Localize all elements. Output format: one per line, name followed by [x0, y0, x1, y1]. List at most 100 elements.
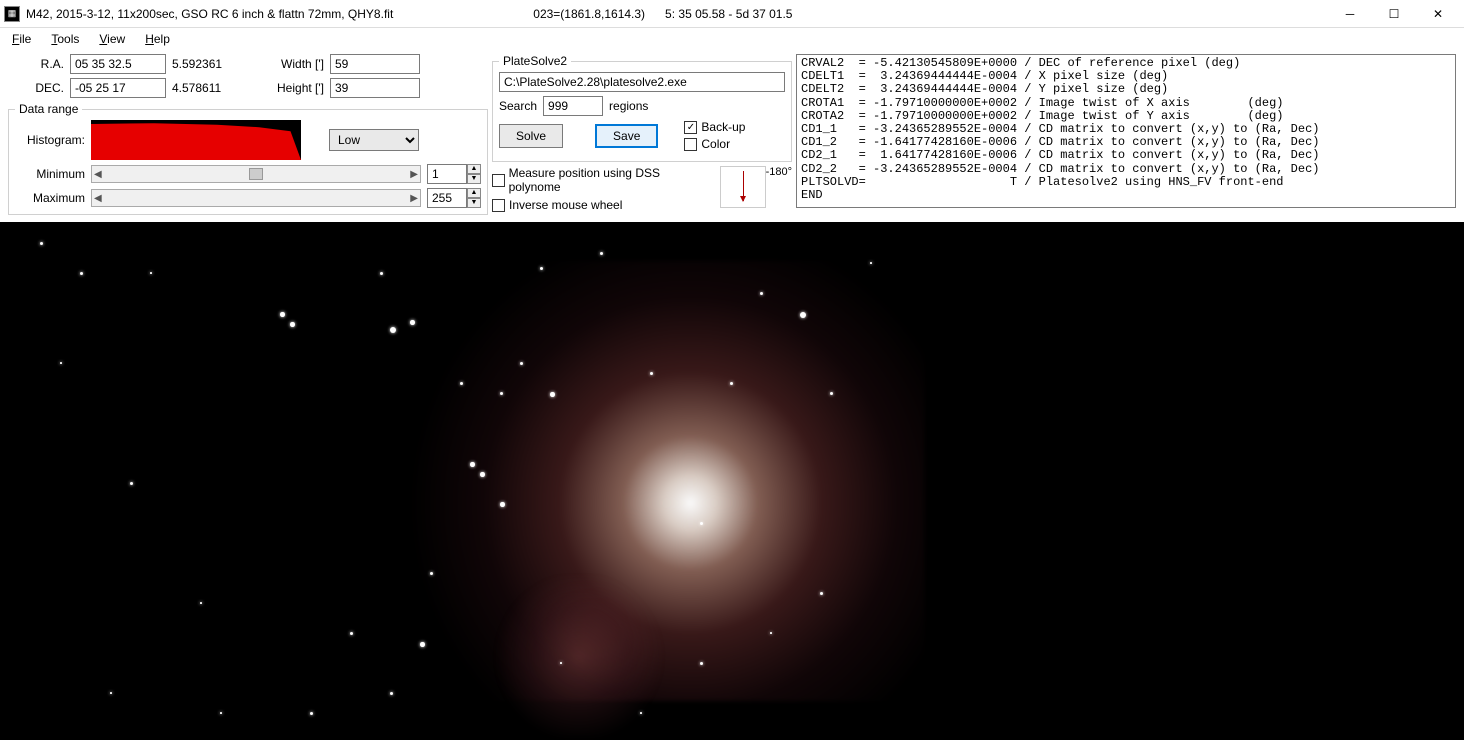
star	[40, 242, 43, 245]
dec-float: 4.578611	[172, 81, 232, 95]
menu-tools[interactable]: Tools	[43, 30, 87, 48]
width-label: Width [']	[270, 57, 324, 71]
save-button[interactable]: Save	[595, 124, 658, 148]
platesolve-legend: PlateSolve2	[499, 54, 571, 68]
orientation-indicator	[720, 166, 766, 208]
solve-button[interactable]: Solve	[499, 124, 563, 148]
star	[310, 712, 313, 715]
fits-header-text[interactable]: CRVAL2 = -5.42130545809E+0000 / DEC of r…	[796, 54, 1456, 208]
star	[130, 482, 133, 485]
star	[80, 272, 83, 275]
platesolve-group: PlateSolve2 Search regions Solve Save ✓B…	[492, 54, 792, 162]
platesolve-path-input[interactable]	[499, 72, 785, 92]
star	[560, 662, 562, 664]
star	[390, 327, 396, 333]
star	[110, 692, 112, 694]
star	[870, 262, 872, 264]
minimum-slider[interactable]: ◀▶	[91, 165, 421, 183]
star	[60, 362, 62, 364]
menu-file[interactable]: File	[4, 30, 39, 48]
maximize-button[interactable]: ☐	[1372, 0, 1416, 28]
orientation-angle: -180°	[766, 166, 792, 178]
height-label: Height [']	[270, 81, 324, 95]
star	[410, 320, 415, 325]
height-input[interactable]	[330, 78, 420, 98]
dec-label: DEC.	[8, 81, 64, 95]
star	[700, 522, 703, 525]
cursor-radec-status: 5: 35 05.58 - 5d 37 01.5	[665, 7, 792, 21]
star	[830, 392, 833, 395]
menu-view[interactable]: View	[91, 30, 133, 48]
max-down-icon[interactable]: ▼	[467, 198, 481, 208]
nebula-render-2	[489, 577, 669, 737]
menu-help[interactable]: Help	[137, 30, 178, 48]
star	[500, 502, 505, 507]
max-up-icon[interactable]: ▲	[467, 188, 481, 198]
data-range-group: Data range Histogram: Low Minimum ◀▶ ▲▼ …	[8, 102, 488, 215]
star	[770, 632, 772, 634]
width-input[interactable]	[330, 54, 420, 74]
minimum-spinner[interactable]: ▲▼	[427, 164, 481, 184]
menu-tools-label: ools	[57, 32, 79, 46]
star	[280, 312, 285, 317]
star	[390, 692, 393, 695]
maximum-spinner[interactable]: ▲▼	[427, 188, 481, 208]
measure-dss-label: Measure position using DSS polynome	[509, 166, 708, 194]
star	[200, 602, 202, 604]
star	[730, 382, 733, 385]
search-label: Search	[499, 99, 537, 113]
star	[220, 712, 222, 714]
star	[820, 592, 823, 595]
star	[290, 322, 295, 327]
color-checkbox[interactable]: Color	[684, 137, 745, 151]
search-regions-input[interactable]	[543, 96, 603, 116]
window-title: M42, 2015-3-12, 11x200sec, GSO RC 6 inch…	[26, 7, 393, 21]
maximum-value[interactable]	[427, 188, 467, 208]
star	[600, 252, 603, 255]
maximum-slider[interactable]: ◀▶	[91, 189, 421, 207]
star	[650, 372, 653, 375]
ra-float: 5.592361	[172, 57, 232, 71]
star	[640, 712, 642, 714]
inverse-mouse-label: Inverse mouse wheel	[509, 198, 622, 212]
star	[540, 267, 543, 270]
star	[430, 572, 433, 575]
star	[380, 272, 383, 275]
cursor-pixel-status: 023=(1861.8,1614.3)	[533, 7, 645, 21]
maximum-label: Maximum	[15, 191, 85, 205]
stretch-select[interactable]: Low	[329, 129, 419, 151]
histogram-label: Histogram:	[15, 133, 85, 147]
menu-view-label: iew	[107, 32, 125, 46]
close-button[interactable]: ✕	[1416, 0, 1460, 28]
image-view[interactable]	[0, 222, 1464, 740]
ra-label: R.A.	[8, 57, 64, 71]
controls-panel: R.A. 5.592361 Width ['] DEC. 4.578611 He…	[0, 50, 1464, 222]
star	[350, 632, 353, 635]
min-up-icon[interactable]: ▲	[467, 164, 481, 174]
backup-label: Back-up	[701, 120, 745, 134]
star	[460, 382, 463, 385]
star	[150, 272, 152, 274]
measure-dss-checkbox[interactable]: Measure position using DSS polynome	[492, 166, 708, 194]
star	[480, 472, 485, 477]
star	[470, 462, 475, 467]
star	[500, 392, 503, 395]
histogram-display	[91, 120, 301, 160]
menubar: File Tools View Help	[0, 28, 1464, 50]
inverse-mouse-checkbox[interactable]: Inverse mouse wheel	[492, 198, 708, 212]
data-range-legend: Data range	[15, 102, 82, 116]
menu-help-label: elp	[154, 32, 170, 46]
color-label: Color	[701, 137, 730, 151]
minimize-button[interactable]: ─	[1328, 0, 1372, 28]
backup-checkbox[interactable]: ✓Back-up	[684, 120, 745, 134]
minimum-label: Minimum	[15, 167, 85, 181]
ra-input[interactable]	[70, 54, 166, 74]
star	[420, 642, 425, 647]
star	[760, 292, 763, 295]
star	[700, 662, 703, 665]
dec-input[interactable]	[70, 78, 166, 98]
titlebar: ▦ M42, 2015-3-12, 11x200sec, GSO RC 6 in…	[0, 0, 1464, 28]
star	[800, 312, 806, 318]
minimum-value[interactable]	[427, 164, 467, 184]
min-down-icon[interactable]: ▼	[467, 174, 481, 184]
